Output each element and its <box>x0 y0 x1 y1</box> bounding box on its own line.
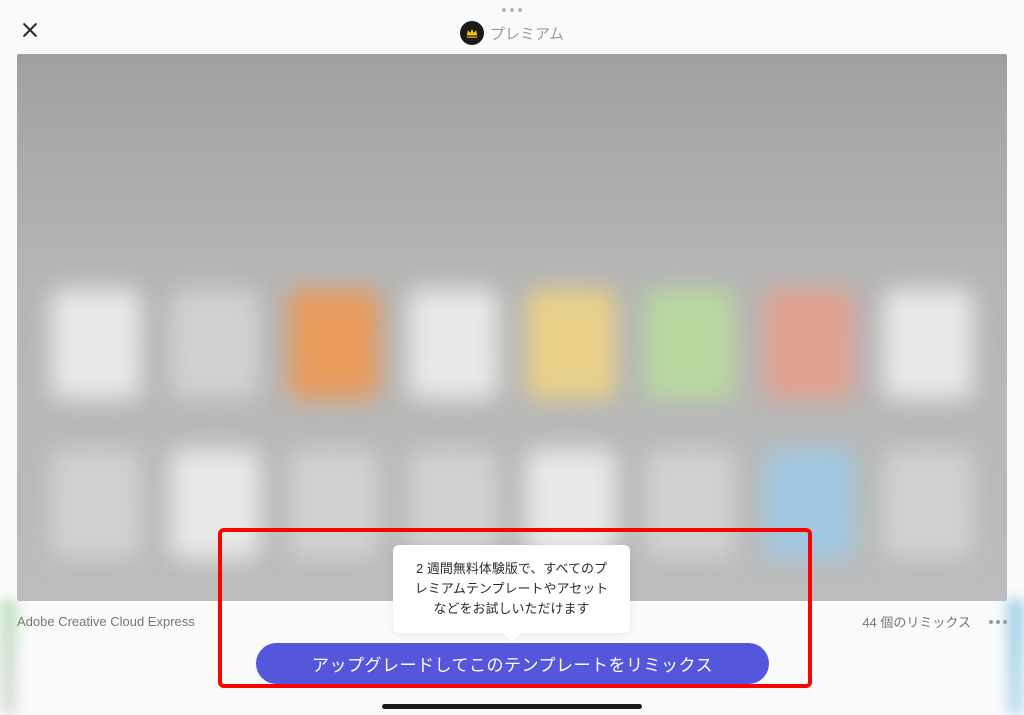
home-indicator[interactable] <box>382 704 642 709</box>
tooltip-text: 2 週間無料体験版で、すべてのプレミアムテンプレートやアセットなどをお試しいただ… <box>415 561 608 616</box>
more-options-button[interactable] <box>989 620 1007 624</box>
crown-badge-circle <box>460 21 484 45</box>
background-blur-right <box>1007 600 1024 715</box>
close-icon <box>20 20 40 40</box>
modal-header: プレミアム <box>0 0 1024 54</box>
background-blur-left <box>0 600 17 715</box>
remix-count-label: 44 個のリミックス <box>862 612 971 631</box>
premium-label: プレミアム <box>490 23 564 44</box>
upgrade-tooltip: 2 週間無料体験版で、すべてのプレミアムテンプレートやアセットなどをお試しいただ… <box>393 545 630 633</box>
close-button[interactable] <box>20 20 40 40</box>
blurred-template-row <box>17 449 1007 559</box>
upgrade-button-label: アップグレードしてこのテンプレートをリミックス <box>312 651 713 676</box>
upgrade-button[interactable]: アップグレードしてこのテンプレートをリミックス <box>256 643 769 684</box>
header-drag-indicator <box>502 8 522 12</box>
template-preview-area[interactable] <box>17 54 1007 601</box>
premium-badge: プレミアム <box>460 21 564 45</box>
blurred-template-row <box>17 289 1007 399</box>
app-name-label: Adobe Creative Cloud Express <box>17 614 195 629</box>
crown-icon <box>465 26 479 40</box>
more-icon <box>989 620 993 624</box>
